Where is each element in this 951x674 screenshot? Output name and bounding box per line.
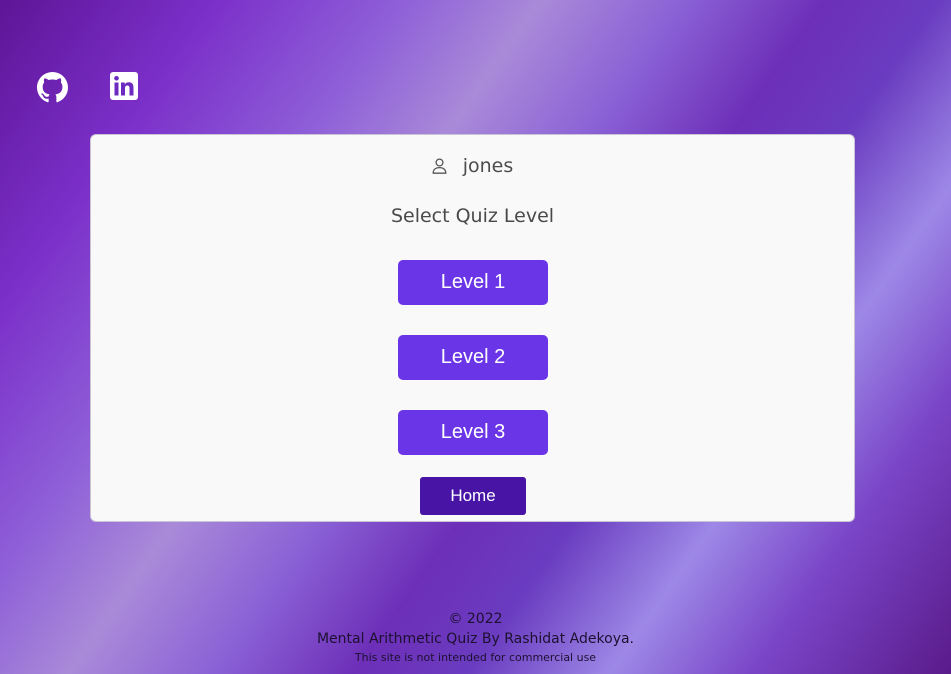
copyright-text: © 2022 bbox=[448, 611, 503, 627]
footer: © 2022 Mental Arithmetic Quiz By Rashida… bbox=[0, 609, 951, 667]
page-title: Select Quiz Level bbox=[390, 205, 555, 227]
home-button[interactable]: Home bbox=[420, 477, 526, 515]
quiz-level-card: jones Select Quiz Level Level 1 Level 2 … bbox=[90, 134, 855, 522]
level-3-button[interactable]: Level 3 bbox=[398, 410, 548, 455]
username: jones bbox=[462, 155, 514, 177]
linkedin-link[interactable] bbox=[110, 72, 141, 103]
level-2-button[interactable]: Level 2 bbox=[398, 335, 548, 380]
github-icon bbox=[37, 72, 68, 103]
github-link[interactable] bbox=[37, 72, 68, 103]
level-1-button[interactable]: Level 1 bbox=[398, 260, 548, 305]
social-links bbox=[37, 72, 141, 103]
commercial-notice: This site is not intended for commercial… bbox=[354, 651, 597, 664]
user-info: jones bbox=[91, 155, 854, 177]
credit-text: Mental Arithmetic Quiz By Rashidat Adeko… bbox=[316, 631, 635, 647]
person-icon bbox=[432, 158, 447, 174]
linkedin-icon bbox=[110, 72, 138, 100]
